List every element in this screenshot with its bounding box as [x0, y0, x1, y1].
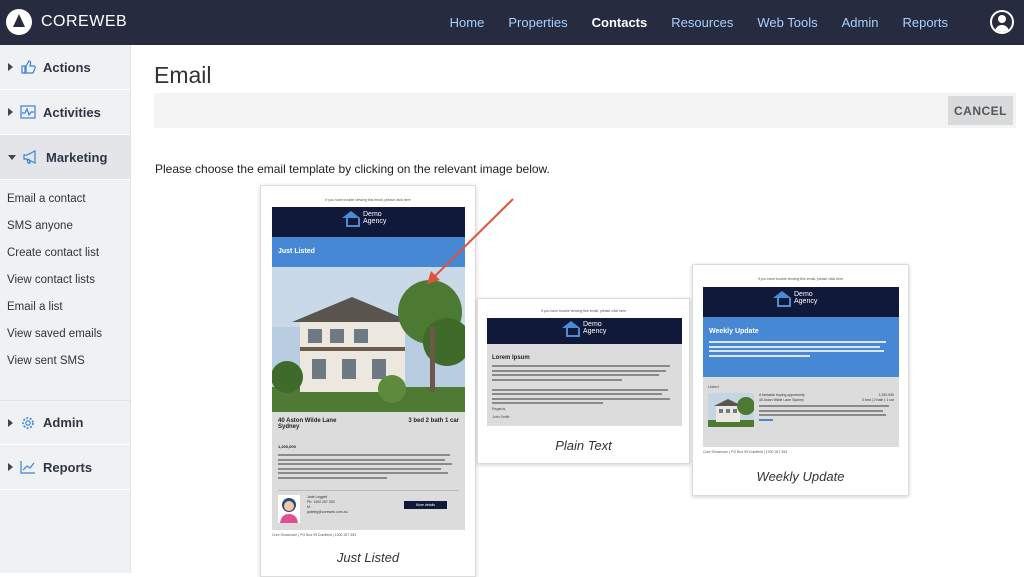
- sidebar-item-email-a-list[interactable]: Email a list: [0, 294, 130, 321]
- caret-right-icon: [8, 418, 13, 427]
- nav-resources[interactable]: Resources: [671, 15, 733, 30]
- email-footer: Core Showroom | PO Box 99 Dumfield | 130…: [703, 450, 788, 454]
- sidebar-item-view-contact-lists[interactable]: View contact lists: [0, 267, 130, 294]
- sidebar: Actions Activities Marketing Email a con…: [0, 45, 131, 573]
- email-top-note: If you have trouble viewing this email, …: [540, 309, 627, 313]
- demo-agency-logo: Demo Agency: [773, 291, 817, 307]
- email-top-note: If you have trouble viewing this email, …: [325, 198, 411, 202]
- sidebar-item-sms-anyone[interactable]: SMS anyone: [0, 213, 130, 240]
- cancel-button[interactable]: CANCEL: [948, 96, 1013, 125]
- house-logo-icon: [342, 211, 360, 227]
- property-description: [278, 454, 459, 479]
- sidebar-item-email-a-contact[interactable]: Email a contact: [0, 186, 130, 213]
- brand[interactable]: COREWEB: [6, 9, 127, 35]
- property-features: 3 bed 2 bath 1 car: [408, 418, 459, 424]
- listing-title: A fantastic buying opportunity: [759, 393, 805, 397]
- top-navbar: COREWEB Home Properties Contacts Resourc…: [0, 0, 1024, 45]
- trend-chart-icon: [20, 460, 36, 474]
- demo-agency-logo: Demo Agency: [342, 211, 386, 227]
- sidebar-section-label: Admin: [43, 415, 84, 430]
- template-caption: Plain Text: [555, 438, 612, 453]
- email-body: Listed A fantastic buying opportunity 1,…: [703, 377, 899, 447]
- email-header: Demo Agency: [487, 318, 682, 344]
- template-card-weekly-update[interactable]: If you have trouble viewing this email, …: [692, 264, 909, 496]
- listed-label: Listed: [708, 384, 719, 389]
- main-content: Email CANCEL Please choose the email tem…: [131, 45, 1024, 577]
- email-signoff: John Smith: [492, 415, 510, 419]
- user-circle-icon[interactable]: [990, 10, 1014, 34]
- brand-name: COREWEB: [41, 13, 128, 30]
- listing-description: [759, 405, 894, 416]
- sidebar-section-label: Reports: [43, 459, 93, 475]
- email-banner: Weekly Update: [703, 317, 899, 377]
- listing-price: 1,250,000: [878, 393, 894, 397]
- email-header: Demo Agency: [703, 287, 899, 317]
- sidebar-section-label: Marketing: [46, 149, 108, 165]
- caret-right-icon: [8, 108, 13, 116]
- sidebar-section-actions[interactable]: Actions: [0, 45, 130, 90]
- listing-features: 3 bed | 2 bath | 1 car: [862, 398, 894, 402]
- email-body: 40 Aston Wilde Lane Sydney 3 bed 2 bath …: [272, 412, 465, 530]
- main-nav: Home Properties Contacts Resources Web T…: [426, 0, 948, 45]
- sidebar-section-marketing[interactable]: Marketing: [0, 135, 130, 180]
- nav-home[interactable]: Home: [450, 15, 485, 30]
- action-bar: CANCEL: [154, 93, 1016, 128]
- listing-more-link: [759, 418, 773, 421]
- caret-right-icon: [8, 463, 13, 471]
- more-details-button: More details: [404, 501, 447, 509]
- megaphone-icon: [23, 150, 39, 164]
- template-caption: Weekly Update: [756, 469, 845, 484]
- agent-email: jadeleg@coreweb.com.au: [307, 510, 348, 514]
- agent-avatar: [278, 495, 300, 523]
- marketing-submenu: Email a contact SMS anyone Create contac…: [0, 180, 130, 375]
- property-address: 40 Aston Wilde Lane Sydney: [278, 418, 337, 430]
- page-title: Email: [154, 62, 212, 88]
- activity-chart-icon: [20, 105, 36, 119]
- demo-agency-logo: Demo Agency: [562, 321, 606, 337]
- sidebar-section-reports[interactable]: Reports: [0, 445, 130, 490]
- email-banner: Just Listed: [272, 237, 465, 267]
- sidebar-item-view-saved-emails[interactable]: View saved emails: [0, 321, 130, 348]
- template-caption: Just Listed: [336, 550, 400, 565]
- nav-contacts[interactable]: Contacts: [592, 15, 648, 30]
- nav-web-tools[interactable]: Web Tools: [757, 15, 817, 30]
- template-card-just-listed[interactable]: If you have trouble viewing this email, …: [260, 185, 476, 577]
- thumbs-up-icon: [20, 60, 36, 74]
- email-header: Demo Agency: [272, 207, 465, 237]
- property-price: 1,200,000: [278, 444, 296, 449]
- caret-down-icon: [8, 154, 16, 160]
- sail-logo-icon: [6, 9, 32, 35]
- sidebar-section-label: Actions: [43, 59, 91, 75]
- sidebar-item-create-contact-list[interactable]: Create contact list: [0, 240, 130, 267]
- sidebar-section-activities[interactable]: Activities: [0, 90, 130, 135]
- sidebar-item-view-sent-sms[interactable]: View sent SMS: [0, 348, 130, 375]
- instruction-text: Please choose the email template by clic…: [155, 162, 550, 176]
- template-card-plain-text[interactable]: If you have trouble viewing this email, …: [477, 298, 690, 464]
- sidebar-section-admin[interactable]: Admin: [0, 400, 130, 445]
- sidebar-section-label: Activities: [43, 104, 101, 120]
- email-heading: Lorem Ipsum: [492, 355, 530, 361]
- gear-icon: [20, 416, 36, 430]
- email-body: Lorem Ipsum Regards, John Smith: [487, 344, 682, 426]
- email-top-note: If you have trouble viewing this email, …: [757, 277, 844, 281]
- email-footer: Core Showroom | PO Box 99 Dumfield | 130…: [272, 533, 357, 537]
- caret-right-icon: [8, 63, 13, 71]
- email-regards: Regards,: [492, 407, 507, 411]
- house-logo-icon: [562, 321, 580, 337]
- listing-address: 40 Aston Wilde Lane Sydney: [759, 398, 804, 402]
- nav-admin[interactable]: Admin: [842, 15, 879, 30]
- nav-reports[interactable]: Reports: [902, 15, 948, 30]
- listing-photo: [708, 393, 754, 427]
- nav-properties[interactable]: Properties: [508, 15, 567, 30]
- banner-text: [709, 341, 893, 357]
- house-logo-icon: [773, 291, 791, 307]
- property-photo: [272, 267, 465, 412]
- email-paragraphs: [492, 365, 677, 404]
